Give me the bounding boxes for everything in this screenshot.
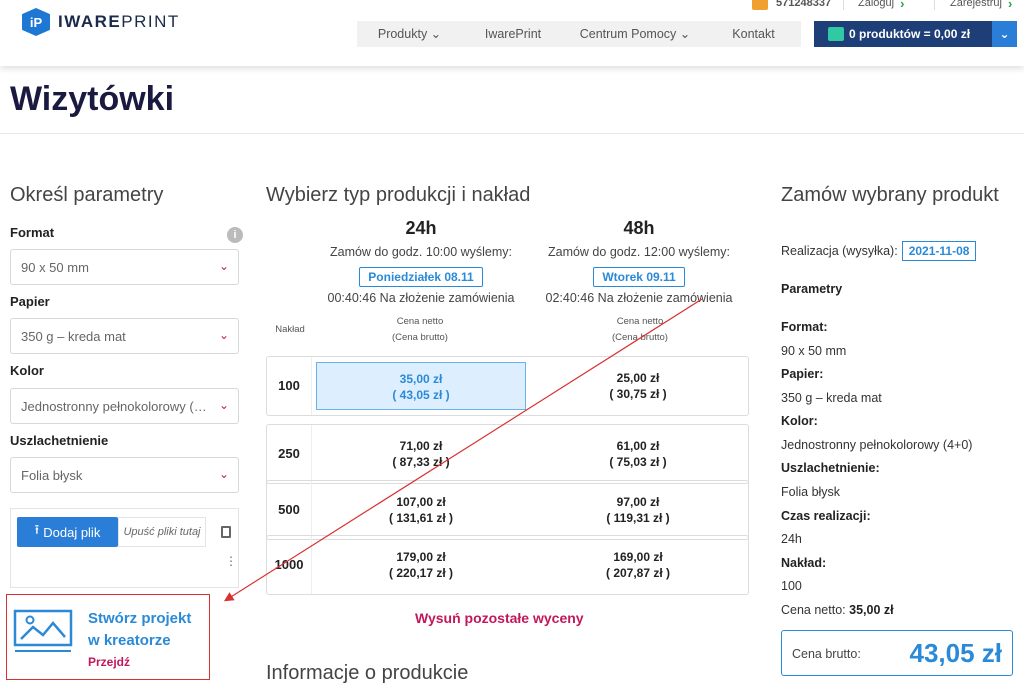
- finish-select[interactable]: Folia błysk ⌄: [10, 457, 239, 493]
- divider: [843, 0, 844, 10]
- qty-cell: 100: [278, 378, 300, 393]
- cart-button[interactable]: 0 produktów = 0,00 zł ⌄: [814, 21, 1017, 47]
- table-row: 500 107,00 zł( 131,61 zł ) 97,00 zł( 119…: [266, 480, 749, 540]
- drop-zone[interactable]: Upuść pliki tutaj: [118, 517, 206, 547]
- finish-label: Uszlachetnienie: [10, 433, 109, 448]
- color-label: Kolor: [10, 363, 44, 378]
- nav-produkty[interactable]: Produkty ⌄: [357, 21, 462, 47]
- params-heading: Określ parametry: [10, 184, 164, 206]
- production-heading: Wybierz typ produkcji i nakład: [266, 184, 531, 206]
- summary-qty-label: Nakład:: [781, 556, 827, 570]
- qty-cell: 500: [278, 502, 300, 517]
- realization-date-badge: 2021-11-08: [901, 241, 977, 261]
- format-select[interactable]: 90 x 50 mm ⌄: [10, 249, 239, 285]
- price-option[interactable]: 169,00 zł( 207,87 zł ): [532, 541, 744, 589]
- summary-paper-value: 350 g – kreda mat: [781, 391, 882, 405]
- ship-date-badge: Wtorek 09.11: [593, 267, 685, 287]
- price-option[interactable]: 97,00 zł( 119,31 zł ): [532, 486, 744, 534]
- phone-icon: [752, 0, 768, 10]
- creator-card[interactable]: Stwórz projekt w kreatorze Przejdź: [6, 594, 210, 680]
- price-option[interactable]: 61,00 zł( 75,03 zł ): [532, 430, 744, 478]
- col-24h-header: 24h Zamów do godz. 10:00 wyślemy: Ponied…: [316, 218, 526, 305]
- site-logo[interactable]: iP IWAREPRINT: [22, 8, 180, 36]
- divider: [0, 133, 1024, 134]
- table-row: 250 71,00 zł( 87,33 zł ) 61,00 zł( 75,03…: [266, 424, 749, 484]
- nav-iwareprint[interactable]: IwarePrint: [462, 21, 564, 47]
- show-more-quotes-link[interactable]: Wysuń pozostałe wyceny: [415, 610, 584, 626]
- nav-centrum-pomocy[interactable]: Centrum Pomocy ⌄: [564, 21, 706, 47]
- summary-format-label: Format:: [781, 320, 828, 334]
- qty-cell: 1000: [274, 557, 304, 572]
- add-file-button[interactable]: ⭱ Dodaj plik: [17, 517, 118, 547]
- summary-color-label: Kolor:: [781, 414, 818, 428]
- phone-number: 571248337: [776, 0, 832, 9]
- creator-title: Stwórz projekt w kreatorze: [88, 610, 192, 649]
- price-option-selected[interactable]: 35,00 zł( 43,05 zł ): [316, 362, 526, 410]
- creator-go-link[interactable]: Przejdź: [88, 655, 130, 669]
- register-link[interactable]: Zarejestruj ›: [950, 0, 1013, 11]
- file-upload-area: ⭱ Dodaj plik Upuść pliki tutaj ⋮: [10, 508, 239, 588]
- site-header: iP IWAREPRINT 571248337 Zaloguj › Zarejes…: [0, 0, 1024, 66]
- page-title: Wizytówki: [10, 80, 175, 118]
- price-column-label: Cena netto (Cena brutto): [392, 316, 448, 343]
- summary-format-value: 90 x 50 mm: [781, 344, 847, 358]
- nav-kontakt[interactable]: Kontakt: [706, 21, 801, 47]
- info-icon[interactable]: i: [227, 227, 243, 243]
- divider: [934, 0, 935, 10]
- summary-qty-value: 100: [781, 579, 802, 593]
- params-summary-heading: Parametry: [781, 282, 843, 296]
- summary-finish-label: Uszlachetnienie:: [781, 461, 880, 475]
- product-info-heading: Informacje o produkcie: [266, 662, 469, 684]
- price-option[interactable]: 71,00 zł( 87,33 zł ): [316, 430, 526, 478]
- price-column-label: Cena netto (Cena brutto): [612, 316, 668, 343]
- chevron-right-icon: ›: [900, 0, 905, 11]
- summary-color-value: Jednostronny pełnokolorowy (4+0): [781, 438, 973, 452]
- color-select[interactable]: Jednostronny pełnokolorowy (4+0) ⌄: [10, 388, 239, 424]
- chevron-down-icon: ⌄: [218, 259, 229, 273]
- qty-column-label: Nakład: [275, 324, 305, 335]
- gross-price-value: 43,05 zł: [909, 638, 1002, 668]
- summary-time-value: 24h: [781, 532, 802, 546]
- countdown: 00:40:46 Na złożenie zamówienia: [327, 291, 515, 305]
- more-options-icon[interactable]: ⋮: [225, 554, 237, 568]
- summary-paper-label: Papier:: [781, 367, 824, 381]
- copy-icon[interactable]: [221, 526, 231, 538]
- order-heading: Zamów wybrany produkt: [781, 184, 999, 206]
- chevron-right-icon: ›: [1007, 0, 1013, 11]
- phone-info[interactable]: 571248337: [752, 0, 831, 10]
- paper-label: Papier: [10, 294, 50, 309]
- logo-text: IWAREPRINT: [58, 12, 180, 31]
- col-48h-header: 48h Zamów do godz. 12:00 wyślemy: Wtorek…: [530, 218, 748, 305]
- price-option[interactable]: 179,00 zł( 220,17 zł ): [316, 541, 526, 589]
- upload-icon: ⭱: [34, 522, 40, 537]
- main-nav: Produkty ⌄ IwarePrint Centrum Pomocy ⌄ K…: [357, 21, 801, 47]
- ship-date-badge: Poniedziałek 08.11: [359, 267, 483, 287]
- logo-badge: iP: [22, 8, 50, 36]
- gross-price-label: Cena brutto:: [792, 647, 861, 661]
- countdown: 02:40:46 Na złożenie zamówienia: [545, 291, 733, 305]
- summary-time-label: Czas realizacji:: [781, 509, 871, 523]
- shopping-bag-icon: [828, 27, 844, 41]
- chevron-down-icon[interactable]: ⌄: [992, 21, 1017, 47]
- price-option[interactable]: 25,00 zł( 30,75 zł ): [532, 362, 744, 410]
- paper-select[interactable]: 350 g – kreda mat ⌄: [10, 318, 239, 354]
- price-option[interactable]: 107,00 zł( 131,61 zł ): [316, 486, 526, 534]
- summary-net-price: Cena netto: 35,00 zł: [781, 603, 894, 617]
- realization-info: Realizacja (wysyłka): 2021-11-08: [781, 241, 977, 261]
- chevron-down-icon: ⌄: [218, 467, 229, 481]
- summary-finish-value: Folia błysk: [781, 485, 841, 499]
- cart-summary: 0 produktów = 0,00 zł: [849, 27, 971, 41]
- image-editor-icon: [13, 609, 73, 652]
- table-row: 1000 179,00 zł( 220,17 zł ) 169,00 zł( 2…: [266, 535, 749, 595]
- format-label: Format: [10, 225, 55, 240]
- table-row: 100 35,00 zł( 43,05 zł ) 25,00 zł( 30,75…: [266, 356, 749, 416]
- login-link[interactable]: Zaloguj ›: [858, 0, 905, 11]
- gross-price-box: Cena brutto: 43,05 zł: [781, 630, 1013, 676]
- chevron-down-icon: ⌄: [218, 398, 229, 412]
- qty-cell: 250: [278, 446, 300, 461]
- chevron-down-icon: ⌄: [218, 328, 229, 342]
